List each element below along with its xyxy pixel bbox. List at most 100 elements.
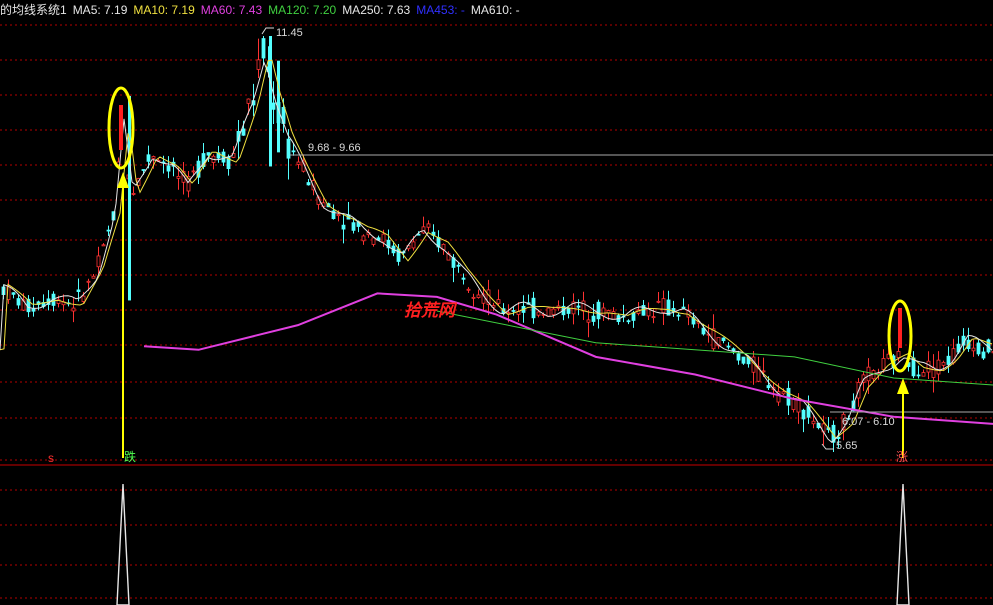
candle-body bbox=[576, 305, 581, 308]
candle-body bbox=[591, 315, 596, 322]
candle-body bbox=[11, 292, 16, 295]
candle-body bbox=[86, 280, 91, 283]
candle-body bbox=[761, 370, 766, 373]
high-pointer bbox=[261, 27, 274, 35]
candle-body bbox=[596, 301, 601, 320]
candle-body bbox=[361, 235, 366, 242]
candle-body bbox=[106, 229, 111, 232]
candle-body bbox=[581, 300, 586, 312]
candle-body bbox=[586, 319, 591, 323]
candle-body bbox=[256, 59, 261, 70]
candle-body bbox=[128, 95, 131, 301]
candle-body bbox=[31, 308, 36, 312]
candle-body bbox=[381, 233, 386, 243]
candle-body bbox=[741, 356, 746, 364]
candle-body bbox=[726, 345, 731, 348]
grid-lines bbox=[0, 24, 993, 599]
candle-body bbox=[341, 224, 346, 230]
moving-averages bbox=[0, 59, 993, 444]
candle-body bbox=[291, 150, 296, 153]
candle-body bbox=[796, 398, 801, 413]
candle-body bbox=[16, 298, 21, 306]
candle-body bbox=[896, 351, 901, 358]
candle-body bbox=[811, 420, 816, 425]
ma5-line bbox=[0, 61, 993, 444]
candle-body bbox=[146, 154, 151, 162]
candle-body bbox=[426, 223, 431, 228]
candle-body bbox=[936, 359, 941, 375]
candle-body bbox=[551, 308, 556, 316]
candle-body bbox=[151, 156, 156, 159]
candle-body bbox=[916, 374, 921, 377]
candle-body bbox=[651, 316, 656, 319]
candle-body bbox=[981, 351, 986, 359]
candle-body bbox=[546, 307, 551, 317]
candle-body bbox=[91, 275, 96, 279]
candle-body bbox=[601, 307, 606, 317]
candle-body bbox=[721, 337, 726, 342]
candle-body bbox=[881, 358, 886, 370]
candle-body bbox=[681, 306, 686, 309]
high-label: 11.45 bbox=[276, 27, 303, 39]
candle-body bbox=[351, 222, 356, 231]
candle-body bbox=[766, 385, 771, 389]
candle-body bbox=[941, 361, 946, 366]
candle-body bbox=[476, 294, 481, 298]
candle-body bbox=[676, 314, 681, 317]
signal-spike-right bbox=[896, 483, 910, 605]
candle-body bbox=[246, 98, 251, 104]
candle-body bbox=[371, 237, 376, 245]
watermark: 拾荒网 bbox=[404, 301, 458, 320]
candle-body bbox=[921, 372, 926, 377]
candle-body bbox=[191, 170, 196, 173]
candle-body bbox=[206, 152, 211, 156]
candle-body bbox=[976, 342, 981, 355]
candle-body bbox=[81, 295, 86, 302]
signal-candle-left bbox=[119, 105, 123, 150]
candle-body bbox=[141, 169, 146, 171]
candle-body bbox=[626, 320, 631, 323]
candle-body bbox=[261, 38, 266, 59]
range-label-lower: 6.07 - 6.10 bbox=[842, 416, 895, 428]
candle-body bbox=[631, 312, 636, 321]
candle-body bbox=[271, 102, 276, 110]
candle-body bbox=[566, 307, 571, 314]
candle-body bbox=[166, 165, 171, 172]
candle-body bbox=[176, 175, 181, 179]
candle-body bbox=[736, 353, 741, 361]
candles bbox=[1, 35, 993, 452]
candle-body bbox=[306, 182, 311, 186]
candle-body bbox=[611, 311, 616, 320]
signal-spike-left bbox=[116, 483, 130, 605]
candle-body bbox=[411, 241, 416, 249]
signal-label-left: 跌 bbox=[124, 449, 136, 464]
candle-body bbox=[71, 307, 76, 312]
candle-body bbox=[926, 360, 931, 373]
candle-body bbox=[241, 128, 246, 136]
candle-body bbox=[781, 391, 786, 395]
signal-candle-right bbox=[898, 308, 902, 348]
candle-body bbox=[946, 355, 951, 365]
candle-body bbox=[866, 366, 871, 382]
candle-body bbox=[101, 244, 106, 247]
candle-body bbox=[536, 311, 541, 316]
kline-chart: 11.45 9.68 - 9.66 6.07 - 6.10 5.65 拾荒网 s… bbox=[0, 24, 993, 605]
signal-mark-s: s bbox=[48, 451, 54, 465]
candle-body bbox=[801, 409, 806, 420]
candle-body bbox=[296, 161, 301, 165]
candle-body bbox=[269, 36, 272, 167]
low-label: 5.65 bbox=[836, 440, 857, 452]
chart-window: 的均线系统1 MA5: 7.19 MA10: 7.19 MA60: 7.43 M… bbox=[0, 0, 993, 605]
candle-body bbox=[96, 255, 101, 268]
range-label-upper: 9.68 - 9.66 bbox=[308, 142, 361, 154]
arrow-head-right bbox=[897, 378, 909, 394]
candle-body bbox=[461, 277, 466, 280]
candle-body bbox=[336, 213, 341, 217]
signal-label-right: 涨 bbox=[896, 449, 908, 464]
candle-body bbox=[971, 347, 976, 352]
candle-body bbox=[131, 193, 136, 195]
candle-body bbox=[466, 288, 471, 291]
candle-body bbox=[661, 298, 666, 314]
candle-body bbox=[456, 264, 461, 267]
candle-body bbox=[76, 289, 81, 292]
